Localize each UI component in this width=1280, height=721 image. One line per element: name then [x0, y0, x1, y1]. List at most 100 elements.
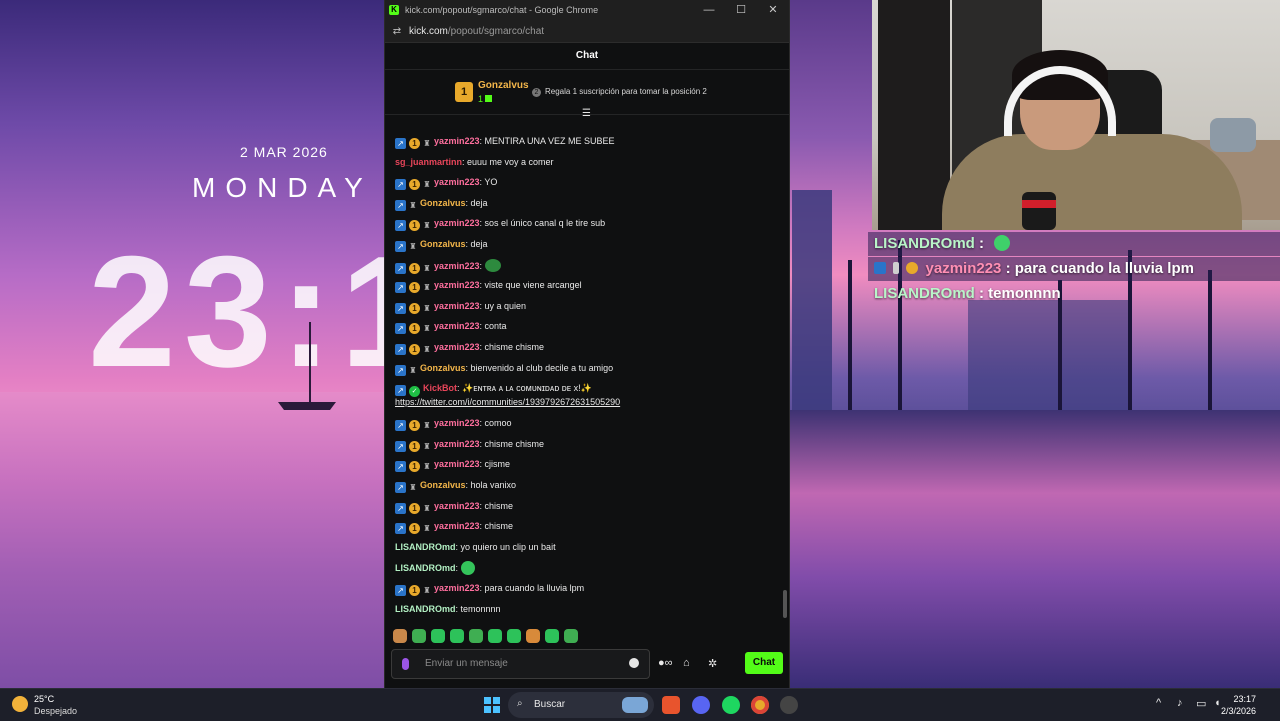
message-input[interactable]: Enviar un mensaje — [391, 649, 650, 679]
sub-badge-icon[interactable]: ↗ — [395, 440, 406, 452]
emote-6-icon[interactable] — [488, 629, 502, 643]
message-username[interactable]: yazmin223 — [434, 136, 480, 146]
coin-badge-icon[interactable]: 1 — [409, 502, 420, 514]
message-username[interactable]: LISANDROmd — [395, 563, 456, 573]
coin-badge-icon[interactable]: 1 — [409, 179, 420, 191]
weather-temp[interactable]: 25°C — [34, 694, 54, 704]
message-username[interactable]: yazmin223 — [434, 418, 480, 428]
message-username[interactable]: yazmin223 — [434, 280, 480, 290]
sub-badge-icon[interactable]: ↗ — [395, 344, 406, 355]
emote-10-icon[interactable] — [564, 629, 578, 643]
message-username[interactable]: LISANDROmd — [395, 542, 456, 552]
emote-3-icon[interactable] — [431, 629, 445, 643]
message-username[interactable]: yazmin223 — [434, 459, 480, 469]
sub-badge-icon[interactable]: ↗ — [395, 482, 406, 493]
sub-badge-icon[interactable]: ↗ — [395, 302, 406, 314]
sub-badge-icon[interactable]: ↗ — [395, 220, 406, 232]
coin-badge-icon[interactable]: 1 — [409, 420, 420, 432]
trophy-badge-icon[interactable]: ♜ — [423, 503, 431, 514]
trophy-badge-icon[interactable]: ♜ — [423, 523, 431, 534]
send-chat-button[interactable]: Chat — [745, 652, 783, 674]
trophy-badge-icon[interactable]: ♜ — [423, 344, 431, 355]
message-username[interactable]: KickBot — [423, 383, 457, 393]
sub-badge-icon[interactable]: ↗ — [395, 385, 406, 397]
mic-icon[interactable] — [402, 658, 409, 670]
emote-7-icon[interactable] — [507, 629, 521, 643]
coin-badge-icon[interactable]: 1 — [409, 461, 420, 473]
sub-badge-icon[interactable]: ↗ — [395, 138, 406, 149]
address-bar[interactable]: ⇄ kick.com/popout/sgmarco/chat — [385, 20, 789, 43]
settings-gear-icon[interactable]: ✲ — [708, 657, 717, 670]
message-username[interactable]: yazmin223 — [434, 583, 480, 593]
tray-chevron-icon[interactable]: ^ — [1156, 697, 1161, 709]
sub-badge-icon[interactable]: ↗ — [395, 241, 406, 252]
chat-messages[interactable]: ↗ 1 ♜ yazmin223: MENTIRA UNA VEZ ME SUBEE sg… — [385, 118, 789, 623]
volume-icon[interactable]: ◖ — [1214, 697, 1221, 709]
chat-scrollbar[interactable] — [783, 590, 787, 618]
trophy-badge-icon[interactable]: ♜ — [409, 482, 417, 493]
trophy-badge-icon[interactable]: ♜ — [423, 441, 431, 452]
coin-badge-icon[interactable]: 1 — [409, 138, 420, 149]
trophy-badge-icon[interactable]: ♜ — [423, 303, 431, 314]
coin-badge-icon[interactable]: 1 — [409, 262, 420, 274]
trophy-badge-icon[interactable]: ♜ — [423, 282, 431, 293]
message-username[interactable]: yazmin223 — [434, 261, 480, 271]
coin-badge-icon[interactable]: 1 — [409, 323, 420, 335]
app-icon[interactable] — [780, 696, 798, 714]
coin-badge-icon[interactable]: 1 — [409, 220, 420, 232]
trophy-badge-icon[interactable]: ♜ — [423, 461, 431, 472]
trophy-badge-icon[interactable]: ♜ — [423, 263, 431, 274]
emote-1-icon[interactable] — [393, 629, 407, 643]
message-username[interactable]: Gonzalvus — [420, 239, 466, 249]
leader-name[interactable]: Gonzalvus — [478, 80, 529, 91]
coin-badge-icon[interactable]: 1 — [409, 440, 420, 452]
message-username[interactable]: Gonzalvus — [420, 198, 466, 208]
message-username[interactable]: yazmin223 — [434, 301, 480, 311]
message-username[interactable]: Gonzalvus — [420, 480, 466, 490]
emote-5-icon[interactable] — [469, 629, 483, 643]
coin-badge-icon[interactable]: 1 — [409, 344, 420, 355]
chrome-icon[interactable] — [751, 696, 769, 714]
sub-badge-icon[interactable]: ↗ — [395, 199, 406, 211]
sub-badge-icon[interactable]: ↗ — [395, 262, 406, 274]
window-titlebar[interactable]: K kick.com/popout/sgmarco/chat - Google … — [385, 0, 789, 20]
site-settings-icon[interactable]: ⇄ — [385, 26, 409, 37]
trophy-badge-icon[interactable]: ♜ — [409, 365, 417, 376]
message-username[interactable]: sg_juanmartinn — [395, 157, 462, 167]
sub-badge-icon[interactable]: ↗ — [395, 420, 406, 432]
weather-moon-icon[interactable] — [12, 696, 28, 712]
emoji-picker-icon[interactable] — [629, 658, 639, 668]
trophy-badge-icon[interactable]: ♜ — [423, 585, 431, 596]
message-link[interactable]: https://twitter.com/i/communities/193979… — [395, 397, 620, 407]
trophy-badge-icon[interactable]: ♜ — [423, 220, 431, 231]
network-icon[interactable]: ▭ — [1196, 697, 1206, 710]
discord-icon[interactable] — [692, 696, 710, 714]
windows-start-icon[interactable] — [484, 697, 500, 713]
trophy-badge-icon[interactable]: ♜ — [409, 241, 417, 252]
message-username[interactable]: Gonzalvus — [420, 363, 466, 373]
store-icon[interactable]: ⌂ — [683, 657, 690, 669]
sub-badge-icon[interactable]: ↗ — [395, 585, 406, 597]
microphone-icon[interactable]: ♪ — [1177, 697, 1183, 709]
taskbar-search[interactable]: ⌕ Buscar — [508, 692, 654, 718]
message-username[interactable]: yazmin223 — [434, 521, 480, 531]
sub-badge-icon[interactable]: ↗ — [395, 461, 406, 473]
close-button[interactable]: ✕ — [757, 0, 789, 20]
trophy-badge-icon[interactable]: ♜ — [423, 420, 431, 431]
coin-badge-icon[interactable]: 1 — [409, 523, 420, 535]
message-username[interactable]: yazmin223 — [434, 439, 480, 449]
taskbar-date[interactable]: 2/3/2026 — [1221, 706, 1256, 716]
brave-icon[interactable] — [662, 696, 680, 714]
trophy-badge-icon[interactable]: ♜ — [423, 179, 431, 190]
emote-4-icon[interactable] — [450, 629, 464, 643]
trophy-badge-icon[interactable]: ♜ — [409, 200, 417, 211]
trophy-badge-icon[interactable]: ♜ — [423, 323, 431, 334]
message-username[interactable]: yazmin223 — [434, 218, 480, 228]
sub-badge-icon[interactable]: ↗ — [395, 523, 406, 535]
message-username[interactable]: LISANDROmd — [395, 604, 456, 614]
chrome-popup-window[interactable]: K kick.com/popout/sgmarco/chat - Google … — [384, 0, 790, 688]
weather-desc[interactable]: Despejado — [34, 706, 77, 716]
sub-badge-icon[interactable]: ↗ — [395, 502, 406, 514]
emote-9-icon[interactable] — [545, 629, 559, 643]
message-username[interactable]: yazmin223 — [434, 321, 480, 331]
